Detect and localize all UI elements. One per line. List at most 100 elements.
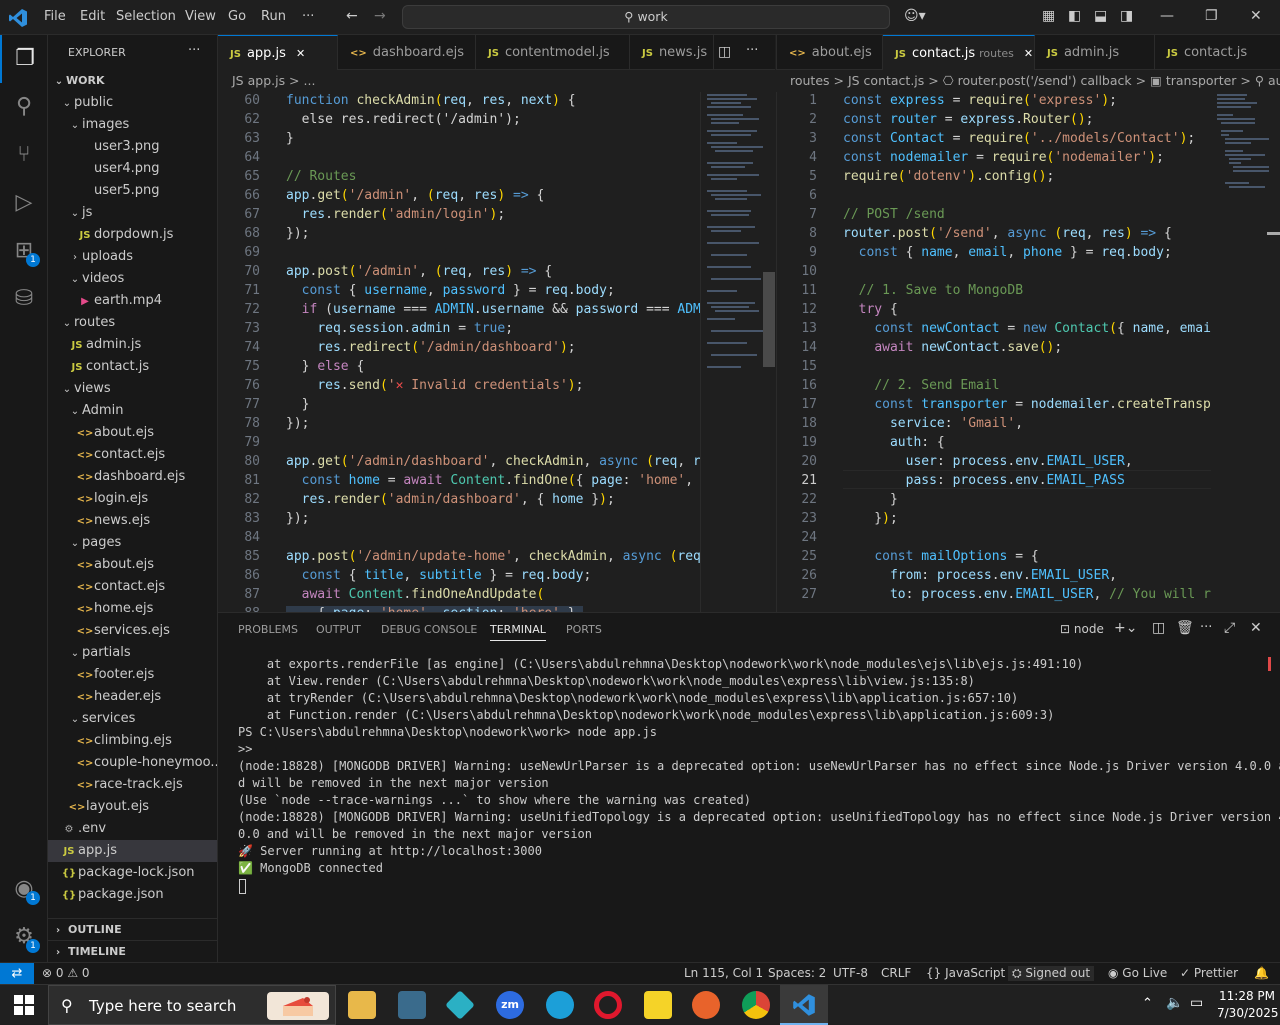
file-item[interactable]: JS admin.js	[48, 334, 217, 356]
file-item[interactable]: <>contact.ejs	[48, 576, 217, 598]
kill-terminal-icon[interactable]: 🗑	[1176, 620, 1194, 636]
menu-item[interactable]: ···	[302, 9, 314, 24]
folder-item[interactable]: ⌄ partials	[48, 642, 217, 664]
settings-gear-icon[interactable]: ⚙ 1	[0, 913, 48, 961]
left-breadcrumb[interactable]: JS app.js > ...	[218, 70, 775, 92]
editor-tab[interactable]: JS app.js ✕	[218, 35, 338, 70]
file-item[interactable]: JS contact.js	[48, 356, 217, 378]
close-window-icon[interactable]: ✕	[1250, 8, 1262, 24]
account-status[interactable]: ⛭ Signed out	[1008, 966, 1095, 981]
file-item[interactable]: {} package.json	[48, 884, 217, 906]
clock-time[interactable]: 11:28 PM	[1219, 989, 1275, 1003]
folder-item[interactable]: ⌄ images	[48, 114, 217, 136]
minimize-icon[interactable]: —	[1160, 8, 1174, 24]
extensions-icon[interactable]: ⊞ 1	[0, 227, 48, 275]
zoom-app-icon[interactable]: zm	[496, 991, 524, 1019]
new-terminal-icon[interactable]: +⌄	[1114, 620, 1137, 636]
customize-layout-icon[interactable]: ▦	[1042, 8, 1055, 24]
file-item[interactable]: <>home.ejs	[48, 598, 217, 620]
file-item[interactable]: <>climbing.ejs	[48, 730, 217, 752]
folder-item[interactable]: ⌄ js	[48, 202, 217, 224]
file-item[interactable]: {} package-lock.json	[48, 862, 217, 884]
split-terminal-icon[interactable]: ◫	[1152, 620, 1165, 636]
end-of-line[interactable]: CRLF	[881, 966, 911, 980]
restore-icon[interactable]: ❐	[1205, 8, 1218, 24]
workspace-root[interactable]: ⌄ WORK	[48, 70, 217, 92]
file-item[interactable]: <>dashboard.ejs	[48, 466, 217, 488]
back-arrow-icon[interactable]: ←	[346, 8, 358, 24]
menu-item[interactable]: Selection	[116, 9, 176, 24]
opera-browser-icon[interactable]	[594, 991, 622, 1019]
folder-item[interactable]: ⌄ public	[48, 92, 217, 114]
panel-tab[interactable]: PORTS	[566, 623, 602, 636]
editor-tab[interactable]: <> dashboard.ejs	[338, 35, 476, 70]
maximize-panel-icon[interactable]: ⤢	[1224, 620, 1235, 636]
file-item[interactable]: user3.png	[48, 136, 217, 158]
file-item[interactable]: <>services.ejs	[48, 620, 217, 642]
editor-tab[interactable]: JS contentmodel.js	[476, 35, 630, 70]
right-code-editor[interactable]: 1 const express = require('express'); 2 con…	[776, 92, 1211, 612]
folder-item[interactable]: ⌄ views	[48, 378, 217, 400]
timeline-section[interactable]: › TIMELINE	[48, 940, 217, 962]
split-editor-icon[interactable]: ◫	[718, 44, 731, 60]
folder-item[interactable]: ⌄ routes	[48, 312, 217, 334]
right-breadcrumb[interactable]: routes > JS contact.js > ⎔ router.post('…	[776, 70, 1280, 92]
file-explorer-icon[interactable]	[348, 991, 376, 1019]
file-item[interactable]: <>header.ejs	[48, 686, 217, 708]
copilot-icon[interactable]: ☺▾	[904, 8, 926, 24]
editor-tab[interactable]: JS admin.js	[1035, 35, 1155, 70]
file-item[interactable]: ▶ earth.mp4	[48, 290, 217, 312]
prettier-status[interactable]: ✓ Prettier	[1180, 966, 1238, 980]
file-item[interactable]: <>couple-honeymoo...	[48, 752, 217, 774]
file-item[interactable]: <>footer.ejs	[48, 664, 217, 686]
file-item[interactable]: JS dorpdown.js	[48, 224, 217, 246]
panel-tab[interactable]: PROBLEMS	[238, 623, 298, 636]
indentation[interactable]: Spaces: 2	[768, 966, 826, 980]
menu-item[interactable]: Edit	[80, 9, 105, 24]
left-minimap[interactable]	[700, 92, 775, 612]
chrome-browser-icon[interactable]	[742, 991, 770, 1019]
cursor-position[interactable]: Ln 115, Col 1	[684, 966, 763, 980]
source-control-icon[interactable]: ⑂	[0, 131, 48, 179]
show-hidden-icons-icon[interactable]: ⌃	[1142, 996, 1153, 1011]
folder-item[interactable]: ⌄ pages	[48, 532, 217, 554]
firefox-browser-icon[interactable]	[692, 991, 720, 1019]
close-panel-icon[interactable]: ✕	[1250, 620, 1262, 636]
outline-section[interactable]: › OUTLINE	[48, 918, 217, 940]
terminal-output[interactable]: at exports.renderFile [as engine] (C:\Us…	[218, 653, 1280, 953]
terminal-shell-selector[interactable]: ⊡ node	[1060, 622, 1104, 636]
explorer-icon[interactable]: ❐	[0, 35, 48, 83]
accounts-icon[interactable]: ◉ 1	[0, 865, 48, 913]
sticky-notes-icon[interactable]	[644, 991, 672, 1019]
vscode-taskbar-button[interactable]	[780, 985, 828, 1025]
folder-item[interactable]: ⌄ Admin	[48, 400, 217, 422]
file-item[interactable]: ⚙ .env	[48, 818, 217, 840]
menu-item[interactable]: Go	[228, 9, 246, 24]
file-item[interactable]: <>login.ejs	[48, 488, 217, 510]
file-item[interactable]: <>race-track.ejs	[48, 774, 217, 796]
encoding[interactable]: UTF-8	[833, 966, 868, 980]
file-item[interactable]: JS app.js	[48, 840, 217, 862]
file-item[interactable]: <>about.ejs	[48, 422, 217, 444]
editor-tab[interactable]: JS contact.js	[1155, 35, 1280, 70]
notifications-bell-icon[interactable]: 🔔	[1254, 966, 1269, 980]
problems-count[interactable]: ⊗ 0 ⚠ 0	[42, 966, 90, 980]
forward-arrow-icon[interactable]: →	[374, 8, 386, 24]
app-diamond-icon[interactable]	[445, 990, 475, 1020]
folder-item[interactable]: ⌄ services	[48, 708, 217, 730]
editor-tab[interactable]: JS news.js	[630, 35, 714, 70]
file-item[interactable]: user5.png	[48, 180, 217, 202]
menu-item[interactable]: View	[185, 9, 216, 24]
explorer-more-icon[interactable]: ···	[188, 43, 200, 58]
run-debug-icon[interactable]: ▷	[0, 179, 48, 227]
editor-tab[interactable]: <> about.ejs	[777, 35, 883, 70]
editor-tab[interactable]: JS contact.js routes ✕	[883, 35, 1035, 70]
search-icon[interactable]: ⚲	[0, 83, 48, 131]
panel-tab[interactable]: OUTPUT	[316, 623, 361, 636]
volume-icon[interactable]: 🔈	[1166, 995, 1183, 1011]
toggle-secondary-sidebar-icon[interactable]: ◨	[1120, 8, 1133, 24]
menu-item[interactable]: Run	[261, 9, 286, 24]
toggle-primary-sidebar-icon[interactable]: ◧	[1068, 8, 1081, 24]
file-item[interactable]: <>contact.ejs	[48, 444, 217, 466]
tab-close-icon[interactable]: ✕	[296, 47, 305, 60]
